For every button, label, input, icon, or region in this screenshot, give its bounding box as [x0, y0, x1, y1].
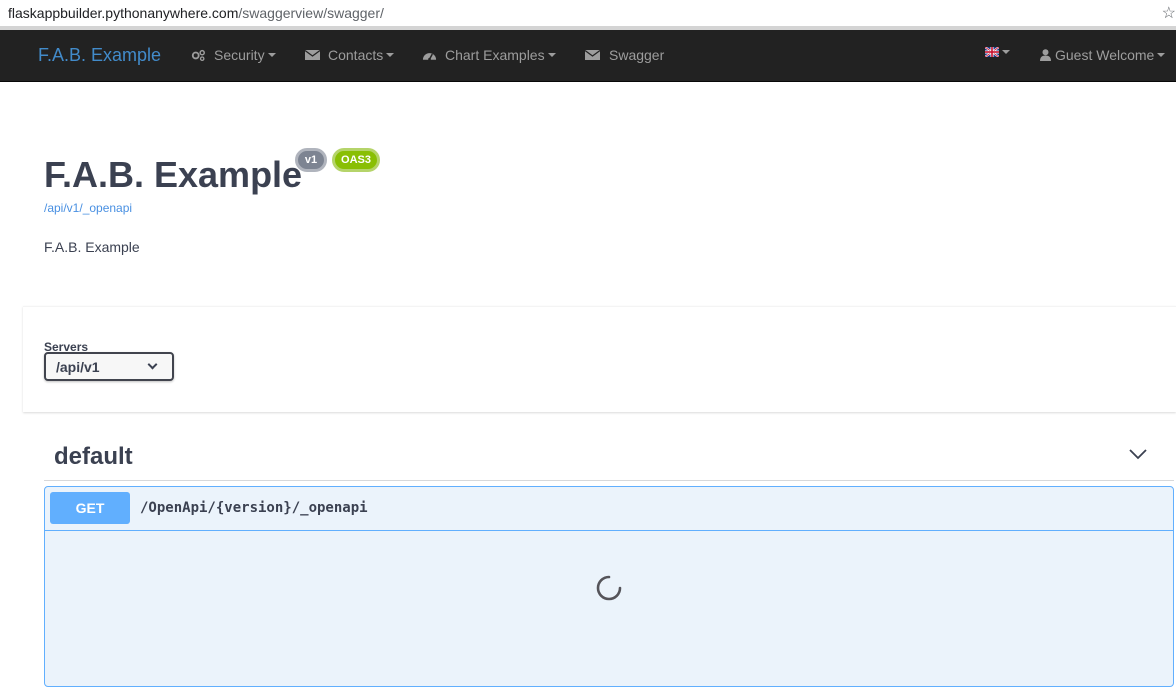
- nav-security[interactable]: Security: [191, 47, 276, 63]
- top-navbar: F.A.B. Example Security Contacts Chart E…: [0, 30, 1176, 82]
- loading-spinner-icon: [596, 575, 622, 601]
- chevron-down-icon: [147, 359, 158, 370]
- caret-down-icon: [267, 53, 276, 57]
- nav-chart-examples-label: Chart Examples: [445, 47, 545, 63]
- caret-down-icon: [1157, 53, 1166, 57]
- operation-path: /OpenApi/{version}/_openapi: [140, 500, 368, 516]
- user-dropdown[interactable]: Guest Welcome: [1040, 47, 1166, 63]
- servers-select[interactable]: /api/v1: [44, 352, 174, 381]
- address-bar[interactable]: flaskappbuilder.pythonanywhere.com/swagg…: [0, 0, 1176, 26]
- spec-url-link[interactable]: /api/v1/_openapi: [44, 201, 132, 215]
- bookmark-star-icon[interactable]: ☆: [1162, 3, 1176, 23]
- url-text[interactable]: flaskappbuilder.pythonanywhere.com/swagg…: [0, 5, 384, 21]
- caret-down-icon: [1002, 50, 1010, 54]
- nav-contacts[interactable]: Contacts: [305, 47, 395, 63]
- envelope-icon: [305, 49, 320, 60]
- caret-down-icon: [386, 53, 395, 57]
- language-dropdown[interactable]: [985, 47, 1010, 57]
- dashboard-icon: [422, 53, 437, 61]
- servers-selected-value: /api/v1: [56, 358, 100, 375]
- nav-swagger[interactable]: Swagger: [585, 47, 664, 63]
- url-host: flaskappbuilder.pythonanywhere.com: [8, 5, 239, 21]
- nav-contacts-label: Contacts: [328, 47, 384, 63]
- chevron-down-icon[interactable]: [1129, 448, 1147, 460]
- scheme-container: [23, 306, 1176, 412]
- operation-summary[interactable]: GET /OpenApi/{version}/_openapi: [45, 487, 1173, 531]
- nav-security-label: Security: [214, 47, 265, 63]
- caret-down-icon: [547, 53, 556, 57]
- nav-chart-examples[interactable]: Chart Examples: [422, 47, 556, 63]
- user-icon: [1040, 49, 1051, 61]
- api-description: F.A.B. Example: [44, 239, 140, 255]
- uk-flag-icon: [985, 47, 999, 57]
- oas-badge: OAS3: [332, 148, 380, 172]
- api-title: F.A.B. Example: [44, 154, 303, 195]
- url-path: /swaggerview/swagger/: [238, 5, 384, 21]
- user-label: Guest Welcome: [1055, 47, 1155, 63]
- tag-name[interactable]: default: [54, 443, 133, 471]
- envelope-icon: [585, 49, 600, 60]
- operation-block: GET /OpenApi/{version}/_openapi: [44, 486, 1174, 687]
- version-badge: v1: [295, 148, 327, 172]
- tag-divider: [44, 480, 1174, 481]
- navbar-brand[interactable]: F.A.B. Example: [38, 45, 161, 66]
- gears-icon: [191, 49, 205, 61]
- method-badge: GET: [50, 492, 130, 524]
- nav-swagger-label: Swagger: [609, 47, 665, 63]
